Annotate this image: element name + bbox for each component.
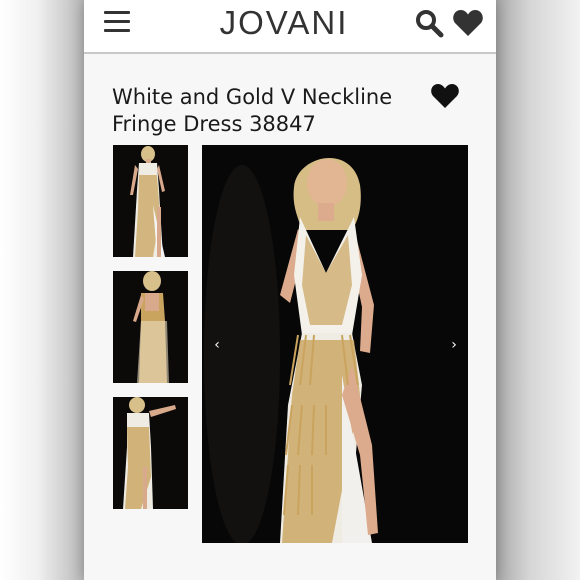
previous-image-arrow-icon[interactable]: ‹ [210,335,224,355]
thumbnail-2-image [113,271,188,383]
product-title-line-1: White and Gold V Neckline [112,85,393,109]
thumbnail-1[interactable] [113,145,188,257]
model-photo [202,145,468,543]
wishlist-heart-icon[interactable] [452,8,484,38]
product-content: White and Gold V Neckline Fringe Dress 3… [84,54,496,580]
site-header: JOVANI [84,0,496,54]
product-title: White and Gold V Neckline Fringe Dress 3… [112,84,422,138]
background-left [0,0,84,580]
brand-logo[interactable]: JOVANI [184,3,384,43]
background-right [496,0,580,580]
phone-screen: JOVANI White and Gold V Neckline Fringe … [84,0,496,580]
product-title-line-2: Fringe Dress 38847 [112,112,316,136]
favorite-heart-icon[interactable] [430,82,460,110]
next-image-arrow-icon[interactable]: › [447,335,461,355]
thumbnail-3-image [113,397,188,509]
thumbnail-1-image [113,145,188,257]
thumbnail-3[interactable] [113,397,188,509]
menu-icon[interactable] [104,11,130,33]
main-product-image[interactable]: ‹ › [202,145,468,543]
search-icon[interactable] [414,8,444,38]
thumbnail-2[interactable] [113,271,188,383]
